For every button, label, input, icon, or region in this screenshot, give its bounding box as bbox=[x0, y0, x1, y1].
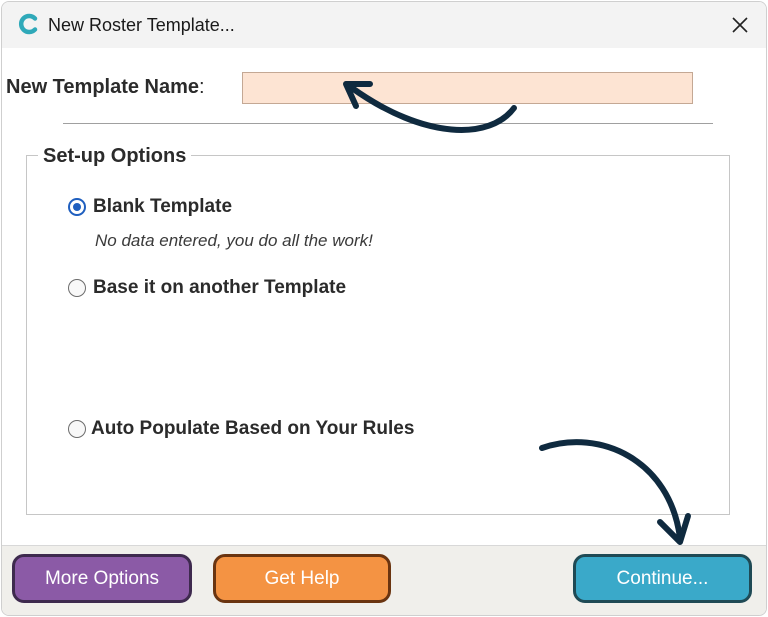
dialog-window: New Roster Template... New Template Name… bbox=[1, 1, 767, 616]
c-logo-icon bbox=[19, 13, 38, 35]
close-button[interactable] bbox=[722, 7, 758, 43]
radio-label: Base it on another Template bbox=[93, 277, 347, 298]
radio-blank-template[interactable]: Blank Template bbox=[68, 196, 232, 218]
title-bar[interactable]: New Roster Template... bbox=[2, 2, 766, 48]
radio-button[interactable] bbox=[68, 420, 86, 438]
template-name-input[interactable] bbox=[242, 72, 693, 104]
more-options-button[interactable]: More Options bbox=[12, 554, 192, 603]
blank-template-hint: No data entered, you do all the work! bbox=[95, 231, 373, 250]
continue-button[interactable]: Continue... bbox=[573, 554, 752, 603]
radio-button[interactable] bbox=[68, 279, 86, 297]
get-help-button[interactable]: Get Help bbox=[213, 554, 391, 603]
divider bbox=[63, 123, 713, 125]
radio-button-selected[interactable] bbox=[68, 198, 86, 216]
template-name-label: New Template Name: bbox=[6, 76, 205, 98]
radio-auto-populate[interactable]: Auto Populate Based on Your Rules bbox=[68, 418, 414, 440]
window-title: New Roster Template... bbox=[48, 15, 235, 35]
close-icon bbox=[732, 17, 748, 33]
radio-base-on-template[interactable]: Base it on another Template bbox=[68, 277, 346, 299]
radio-label: Blank Template bbox=[93, 196, 233, 217]
radio-label: Auto Populate Based on Your Rules bbox=[91, 418, 415, 439]
setup-options-legend: Set-up Options bbox=[38, 145, 192, 168]
